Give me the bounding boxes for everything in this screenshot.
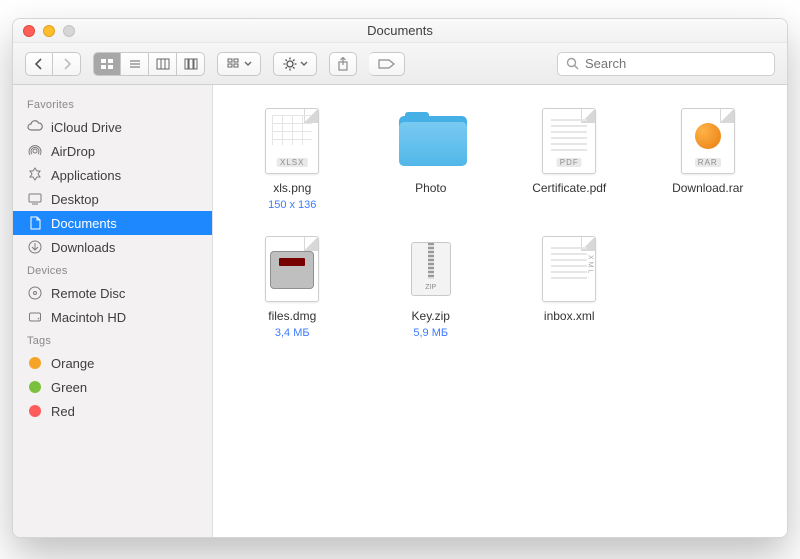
- grid-icon: [100, 58, 114, 70]
- minimize-window-button[interactable]: [43, 25, 55, 37]
- file-thumbnail: XLSX: [256, 105, 328, 177]
- file-name: Download.rar: [672, 181, 743, 195]
- sidebar-item-label: AirDrop: [51, 144, 95, 159]
- chevron-down-icon: [300, 60, 308, 68]
- file-name: Photo: [415, 181, 446, 195]
- sidebar-item-label: Applications: [51, 168, 121, 183]
- documents-icon: [27, 215, 43, 231]
- sidebar-item-orange[interactable]: Orange: [13, 351, 212, 375]
- apps-icon: [27, 167, 43, 183]
- file-item[interactable]: Photo: [362, 105, 501, 211]
- coverflow-view-button[interactable]: [177, 52, 205, 76]
- airdrop-icon: [27, 143, 43, 159]
- window-title: Documents: [367, 23, 433, 38]
- back-button[interactable]: [25, 52, 53, 76]
- zoom-window-button[interactable]: [63, 25, 75, 37]
- list-view-button[interactable]: [121, 52, 149, 76]
- file-name: files.dmg: [268, 309, 316, 323]
- file-item[interactable]: PDF Certificate.pdf: [500, 105, 639, 211]
- file-name: xls.png: [273, 181, 311, 195]
- downloads-icon: [27, 239, 43, 255]
- sidebar-item-label: Documents: [51, 216, 117, 231]
- tag-dot-icon: [27, 355, 43, 371]
- arrange-menu: [217, 52, 261, 76]
- sidebar-item-label: Desktop: [51, 192, 99, 207]
- sidebar-item-label: Remote Disc: [51, 286, 125, 301]
- close-window-button[interactable]: [23, 25, 35, 37]
- sidebar: Favorites iCloud Drive AirDrop Applications…: [13, 85, 213, 537]
- file-grid: XLSX xls.png 150 x 136 Photo PDF Certifi…: [223, 105, 777, 339]
- file-thumbnail: [395, 105, 467, 177]
- file-thumbnail: XML: [533, 233, 605, 305]
- icon-view-button[interactable]: [93, 52, 121, 76]
- column-view-button[interactable]: [149, 52, 177, 76]
- sidebar-item-macintoh-hd[interactable]: Macintoh HD: [13, 305, 212, 329]
- window-body: Favorites iCloud Drive AirDrop Applications…: [13, 85, 787, 537]
- chevron-down-icon: [244, 60, 252, 68]
- sidebar-item-green[interactable]: Green: [13, 375, 212, 399]
- sidebar-item-icloud-drive[interactable]: iCloud Drive: [13, 115, 212, 139]
- content-area: XLSX xls.png 150 x 136 Photo PDF Certifi…: [213, 85, 787, 537]
- sidebar-item-remote-disc[interactable]: Remote Disc: [13, 281, 212, 305]
- share-button[interactable]: [329, 52, 357, 76]
- file-item[interactable]: ZIP Key.zip 5,9 МБ: [362, 233, 501, 339]
- sidebar-section-title: Favorites: [13, 93, 212, 115]
- sidebar-section-title: Devices: [13, 259, 212, 281]
- gear-icon: [283, 57, 297, 71]
- sidebar-item-label: Macintoh HD: [51, 310, 126, 325]
- arrange-icon: [227, 58, 241, 70]
- nav-buttons: [25, 52, 81, 76]
- disc-icon: [27, 285, 43, 301]
- sidebar-item-label: Downloads: [51, 240, 115, 255]
- file-thumbnail: [256, 233, 328, 305]
- search-icon: [566, 57, 579, 70]
- sidebar-item-label: Orange: [51, 356, 94, 371]
- tag-icon: [378, 58, 396, 70]
- finder-window: Documents: [12, 18, 788, 538]
- coverflow-icon: [184, 58, 198, 70]
- window-controls: [23, 25, 75, 37]
- file-name: Key.zip: [412, 309, 450, 323]
- file-thumbnail: ZIP: [395, 233, 467, 305]
- cloud-icon: [27, 119, 43, 135]
- sidebar-item-airdrop[interactable]: AirDrop: [13, 139, 212, 163]
- view-mode-buttons: [93, 52, 205, 76]
- tag-dot-icon: [27, 379, 43, 395]
- file-name: inbox.xml: [544, 309, 595, 323]
- file-item[interactable]: files.dmg 3,4 МБ: [223, 233, 362, 339]
- file-meta: 150 x 136: [268, 199, 316, 211]
- forward-button[interactable]: [53, 52, 81, 76]
- columns-icon: [156, 58, 170, 70]
- sidebar-item-desktop[interactable]: Desktop: [13, 187, 212, 211]
- action-button[interactable]: [273, 52, 317, 76]
- file-item[interactable]: XLSX xls.png 150 x 136: [223, 105, 362, 211]
- list-icon: [128, 58, 142, 70]
- sidebar-section-title: Tags: [13, 329, 212, 351]
- file-meta: 5,9 МБ: [413, 327, 448, 339]
- file-item[interactable]: XML inbox.xml: [500, 233, 639, 339]
- sidebar-item-downloads[interactable]: Downloads: [13, 235, 212, 259]
- sidebar-item-red[interactable]: Red: [13, 399, 212, 423]
- sidebar-item-label: Red: [51, 404, 75, 419]
- hdd-icon: [27, 309, 43, 325]
- toolbar: [13, 43, 787, 85]
- sidebar-item-label: Green: [51, 380, 87, 395]
- sidebar-item-documents[interactable]: Documents: [13, 211, 212, 235]
- desktop-icon: [27, 191, 43, 207]
- file-item[interactable]: RAR Download.rar: [639, 105, 778, 211]
- file-thumbnail: PDF: [533, 105, 605, 177]
- share-icon: [337, 57, 349, 71]
- search-field[interactable]: [557, 52, 775, 76]
- tags-button[interactable]: [369, 52, 405, 76]
- tag-dot-icon: [27, 403, 43, 419]
- action-menu: [273, 52, 317, 76]
- search-input[interactable]: [585, 56, 766, 71]
- file-thumbnail: RAR: [672, 105, 744, 177]
- file-meta: 3,4 МБ: [275, 327, 310, 339]
- arrange-button[interactable]: [217, 52, 261, 76]
- sidebar-item-applications[interactable]: Applications: [13, 163, 212, 187]
- titlebar: Documents: [13, 19, 787, 43]
- sidebar-item-label: iCloud Drive: [51, 120, 122, 135]
- file-name: Certificate.pdf: [532, 181, 606, 195]
